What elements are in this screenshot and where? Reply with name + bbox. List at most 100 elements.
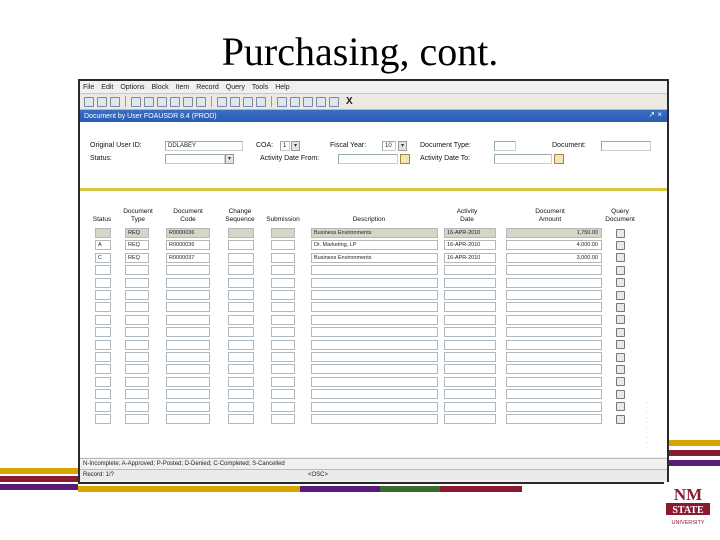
fiscal-year-field[interactable]: 10 xyxy=(382,141,396,151)
doc-type-cell[interactable] xyxy=(125,414,149,424)
submission-cell[interactable] xyxy=(271,314,295,325)
amount-cell[interactable] xyxy=(506,290,602,300)
doc-code-cell[interactable] xyxy=(166,314,210,325)
status-cell[interactable] xyxy=(95,302,111,313)
query-document-icon[interactable] xyxy=(616,364,625,374)
status-cell[interactable] xyxy=(95,265,111,276)
doc-code-cell[interactable] xyxy=(166,302,210,313)
status-dropdown-icon[interactable]: ▾ xyxy=(225,154,234,164)
doc-code-cell[interactable]: R0000036 xyxy=(166,240,210,251)
activity-date-cell[interactable]: 16-APR-2010 xyxy=(444,240,496,251)
change-seq-cell[interactable] xyxy=(228,228,254,238)
amount-cell[interactable] xyxy=(506,265,602,276)
query-document-icon[interactable] xyxy=(616,278,625,288)
query-document-icon[interactable] xyxy=(616,302,625,312)
submission-cell[interactable] xyxy=(271,327,295,338)
change-seq-cell[interactable] xyxy=(228,389,254,400)
description-cell[interactable] xyxy=(311,327,438,338)
activity-date-cell[interactable] xyxy=(444,389,496,400)
activity-date-cell[interactable] xyxy=(444,265,496,276)
description-cell[interactable]: Business Environments xyxy=(311,252,438,263)
query-document-icon[interactable] xyxy=(616,240,625,250)
amount-cell[interactable] xyxy=(506,314,602,325)
next-record-icon[interactable] xyxy=(170,96,180,107)
query-document-icon[interactable] xyxy=(616,377,625,387)
save-icon[interactable] xyxy=(84,96,94,107)
activity-date-cell[interactable]: 16-APR-2010 xyxy=(444,252,496,263)
original-user-field[interactable]: DDLABEY xyxy=(165,141,243,151)
status-cell[interactable]: C xyxy=(95,252,111,263)
submission-cell[interactable] xyxy=(271,389,295,400)
amount-cell[interactable] xyxy=(506,376,602,387)
amount-cell[interactable]: 4,000.00 xyxy=(506,240,602,251)
description-cell[interactable] xyxy=(311,376,438,387)
doc-code-cell[interactable] xyxy=(166,376,210,387)
calendar-from-icon[interactable] xyxy=(400,154,410,164)
doc-type-cell[interactable] xyxy=(125,277,149,288)
status-cell[interactable] xyxy=(95,352,111,362)
doc-code-cell[interactable] xyxy=(166,265,210,276)
query-document-icon[interactable] xyxy=(616,228,625,238)
activity-date-cell[interactable] xyxy=(444,277,496,288)
change-seq-cell[interactable] xyxy=(228,240,254,251)
query-document-icon[interactable] xyxy=(616,253,625,263)
calendar-to-icon[interactable] xyxy=(554,154,564,164)
submission-cell[interactable] xyxy=(271,376,295,387)
status-cell[interactable] xyxy=(95,314,111,325)
amount-cell[interactable] xyxy=(506,302,602,313)
activity-from-field[interactable] xyxy=(338,154,398,164)
submission-cell[interactable] xyxy=(271,414,295,424)
description-cell[interactable]: Business Environments xyxy=(311,228,438,238)
scrollbar[interactable]: · · · · · · · · · · xyxy=(646,401,648,451)
query-document-icon[interactable] xyxy=(616,315,625,325)
doc-code-cell[interactable] xyxy=(166,364,210,375)
description-cell[interactable] xyxy=(311,339,438,350)
status-cell[interactable]: A xyxy=(95,240,111,251)
change-seq-cell[interactable] xyxy=(228,414,254,424)
description-cell[interactable]: Dr. Marketing, LP xyxy=(311,240,438,251)
exit-icon[interactable]: X xyxy=(346,96,353,107)
print-icon[interactable] xyxy=(217,96,227,107)
menu-block[interactable]: Block xyxy=(151,84,168,91)
count-query-icon[interactable] xyxy=(277,96,287,107)
change-seq-cell[interactable] xyxy=(228,352,254,362)
submission-cell[interactable] xyxy=(271,352,295,362)
menu-help[interactable]: Help xyxy=(275,84,289,91)
fiscal-year-dropdown-icon[interactable]: ▾ xyxy=(398,141,407,151)
document-field[interactable] xyxy=(601,141,651,151)
doc-code-cell[interactable] xyxy=(166,352,210,362)
activity-date-cell[interactable] xyxy=(444,290,496,300)
submission-cell[interactable] xyxy=(271,277,295,288)
query-document-icon[interactable] xyxy=(616,414,625,424)
menu-item[interactable]: Item xyxy=(176,84,190,91)
status-cell[interactable] xyxy=(95,339,111,350)
status-cell[interactable] xyxy=(95,364,111,375)
delete-record-icon[interactable] xyxy=(196,96,206,107)
doc-type-cell[interactable] xyxy=(125,265,149,276)
description-cell[interactable] xyxy=(311,364,438,375)
doc-type-cell[interactable] xyxy=(125,339,149,350)
menu-edit[interactable]: Edit xyxy=(101,84,113,91)
status-cell[interactable] xyxy=(95,376,111,387)
submission-cell[interactable] xyxy=(271,228,295,238)
status-cell[interactable] xyxy=(95,401,111,412)
change-seq-cell[interactable] xyxy=(228,364,254,375)
window-controls-icon[interactable]: ↗ × xyxy=(648,110,662,119)
change-seq-cell[interactable] xyxy=(228,277,254,288)
doc-code-cell[interactable]: R0000036 xyxy=(166,228,210,238)
amount-cell[interactable] xyxy=(506,327,602,338)
description-cell[interactable] xyxy=(311,265,438,276)
doc-code-cell[interactable]: R0000037 xyxy=(166,252,210,263)
edit-icon[interactable] xyxy=(303,96,313,107)
activity-date-cell[interactable] xyxy=(444,401,496,412)
change-seq-cell[interactable] xyxy=(228,252,254,263)
description-cell[interactable] xyxy=(311,290,438,300)
change-seq-cell[interactable] xyxy=(228,314,254,325)
amount-cell[interactable]: 1,750.00 xyxy=(506,228,602,238)
submission-cell[interactable] xyxy=(271,265,295,276)
menu-tools[interactable]: Tools xyxy=(252,84,268,91)
description-cell[interactable] xyxy=(311,302,438,313)
doc-code-cell[interactable] xyxy=(166,401,210,412)
activity-date-cell[interactable]: 16-APR-2010 xyxy=(444,228,496,238)
amount-cell[interactable] xyxy=(506,401,602,412)
